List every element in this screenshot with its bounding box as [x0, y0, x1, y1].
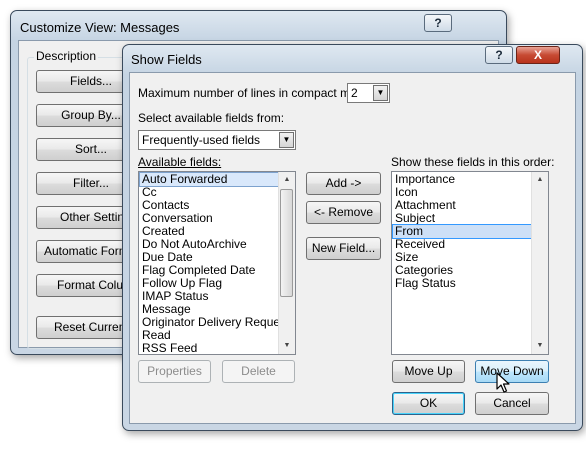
move-down-button[interactable]: Move Down — [475, 360, 549, 383]
sort-button-label: Sort... — [74, 142, 107, 156]
show-fields-help-button[interactable]: ? — [485, 46, 513, 64]
available-fields-list[interactable]: Auto Forwarded Cc Contacts Conversation … — [138, 171, 296, 355]
available-fields-scrollbar[interactable]: ▲ ▼ — [278, 172, 295, 354]
shown-fields-items: Importance Icon Attachment Subject From … — [392, 173, 532, 290]
group-by-button-label: Group By... — [61, 108, 121, 122]
properties-button-label: Properties — [147, 364, 202, 378]
new-field-button-label: New Field... — [311, 241, 376, 255]
scroll-up-icon[interactable]: ▲ — [532, 172, 548, 188]
show-fields-dialog: Show Fields ? X Maximum number of lines … — [122, 44, 583, 431]
properties-button[interactable]: Properties — [138, 360, 211, 383]
remove-button-label: <- Remove — [313, 205, 374, 219]
max-lines-select[interactable]: 2 ▼ — [347, 83, 390, 103]
chevron-down-icon: ▼ — [279, 132, 294, 148]
move-down-button-label: Move Down — [480, 364, 544, 378]
available-fields-label-text: Available fields: — [138, 155, 222, 169]
scroll-thumb[interactable] — [280, 189, 293, 297]
cancel-button-label: Cancel — [493, 396, 531, 410]
show-fields-close-button[interactable]: X — [516, 46, 560, 64]
delete-button[interactable]: Delete — [222, 360, 295, 383]
list-item[interactable]: Auto Forwarded — [139, 172, 279, 187]
customize-view-help-button[interactable]: ? — [424, 14, 452, 32]
move-up-button[interactable]: Move Up — [392, 360, 465, 383]
scroll-down-icon[interactable]: ▼ — [279, 338, 295, 354]
available-fields-label: Available fields: — [138, 155, 221, 169]
new-field-button[interactable]: New Field... — [306, 237, 381, 260]
fields-button-label: Fields... — [69, 74, 112, 88]
show-fields-order-label: Show these fields in this order: — [391, 155, 555, 169]
cancel-button[interactable]: Cancel — [475, 392, 549, 415]
max-lines-value: 2 — [351, 86, 358, 100]
description-group-label: Description — [34, 49, 99, 63]
add-button[interactable]: Add -> — [306, 172, 381, 195]
select-from-value: Frequently-used fields — [142, 133, 261, 147]
mouse-pointer-icon — [496, 372, 510, 393]
scroll-up-icon[interactable]: ▲ — [279, 172, 295, 188]
list-item[interactable]: Flag Status — [393, 277, 531, 290]
delete-button-label: Delete — [241, 364, 276, 378]
available-fields-items: Auto Forwarded Cc Contacts Conversation … — [139, 172, 295, 355]
remove-button[interactable]: <- Remove — [306, 201, 381, 224]
filter-button-label: Filter... — [72, 176, 109, 190]
list-item[interactable]: RSS Feed — [140, 342, 278, 355]
shown-fields-scrollbar[interactable]: ▲ ▼ — [531, 172, 548, 354]
ok-button[interactable]: OK — [392, 392, 465, 415]
max-lines-label: Maximum number of lines in compact mode: — [138, 86, 374, 100]
ok-button-label: OK — [419, 396, 438, 410]
shown-fields-list[interactable]: Importance Icon Attachment Subject From … — [391, 171, 549, 355]
move-up-button-label: Move Up — [404, 364, 453, 378]
add-button-label: Add -> — [325, 176, 362, 190]
customize-view-title: Customize View: Messages — [20, 20, 180, 35]
show-fields-title: Show Fields — [131, 52, 202, 67]
select-from-label: Select available fields from: — [138, 111, 285, 125]
chevron-down-icon: ▼ — [373, 85, 388, 101]
scroll-down-icon[interactable]: ▼ — [532, 338, 548, 354]
select-from-select[interactable]: Frequently-used fields ▼ — [138, 130, 296, 150]
